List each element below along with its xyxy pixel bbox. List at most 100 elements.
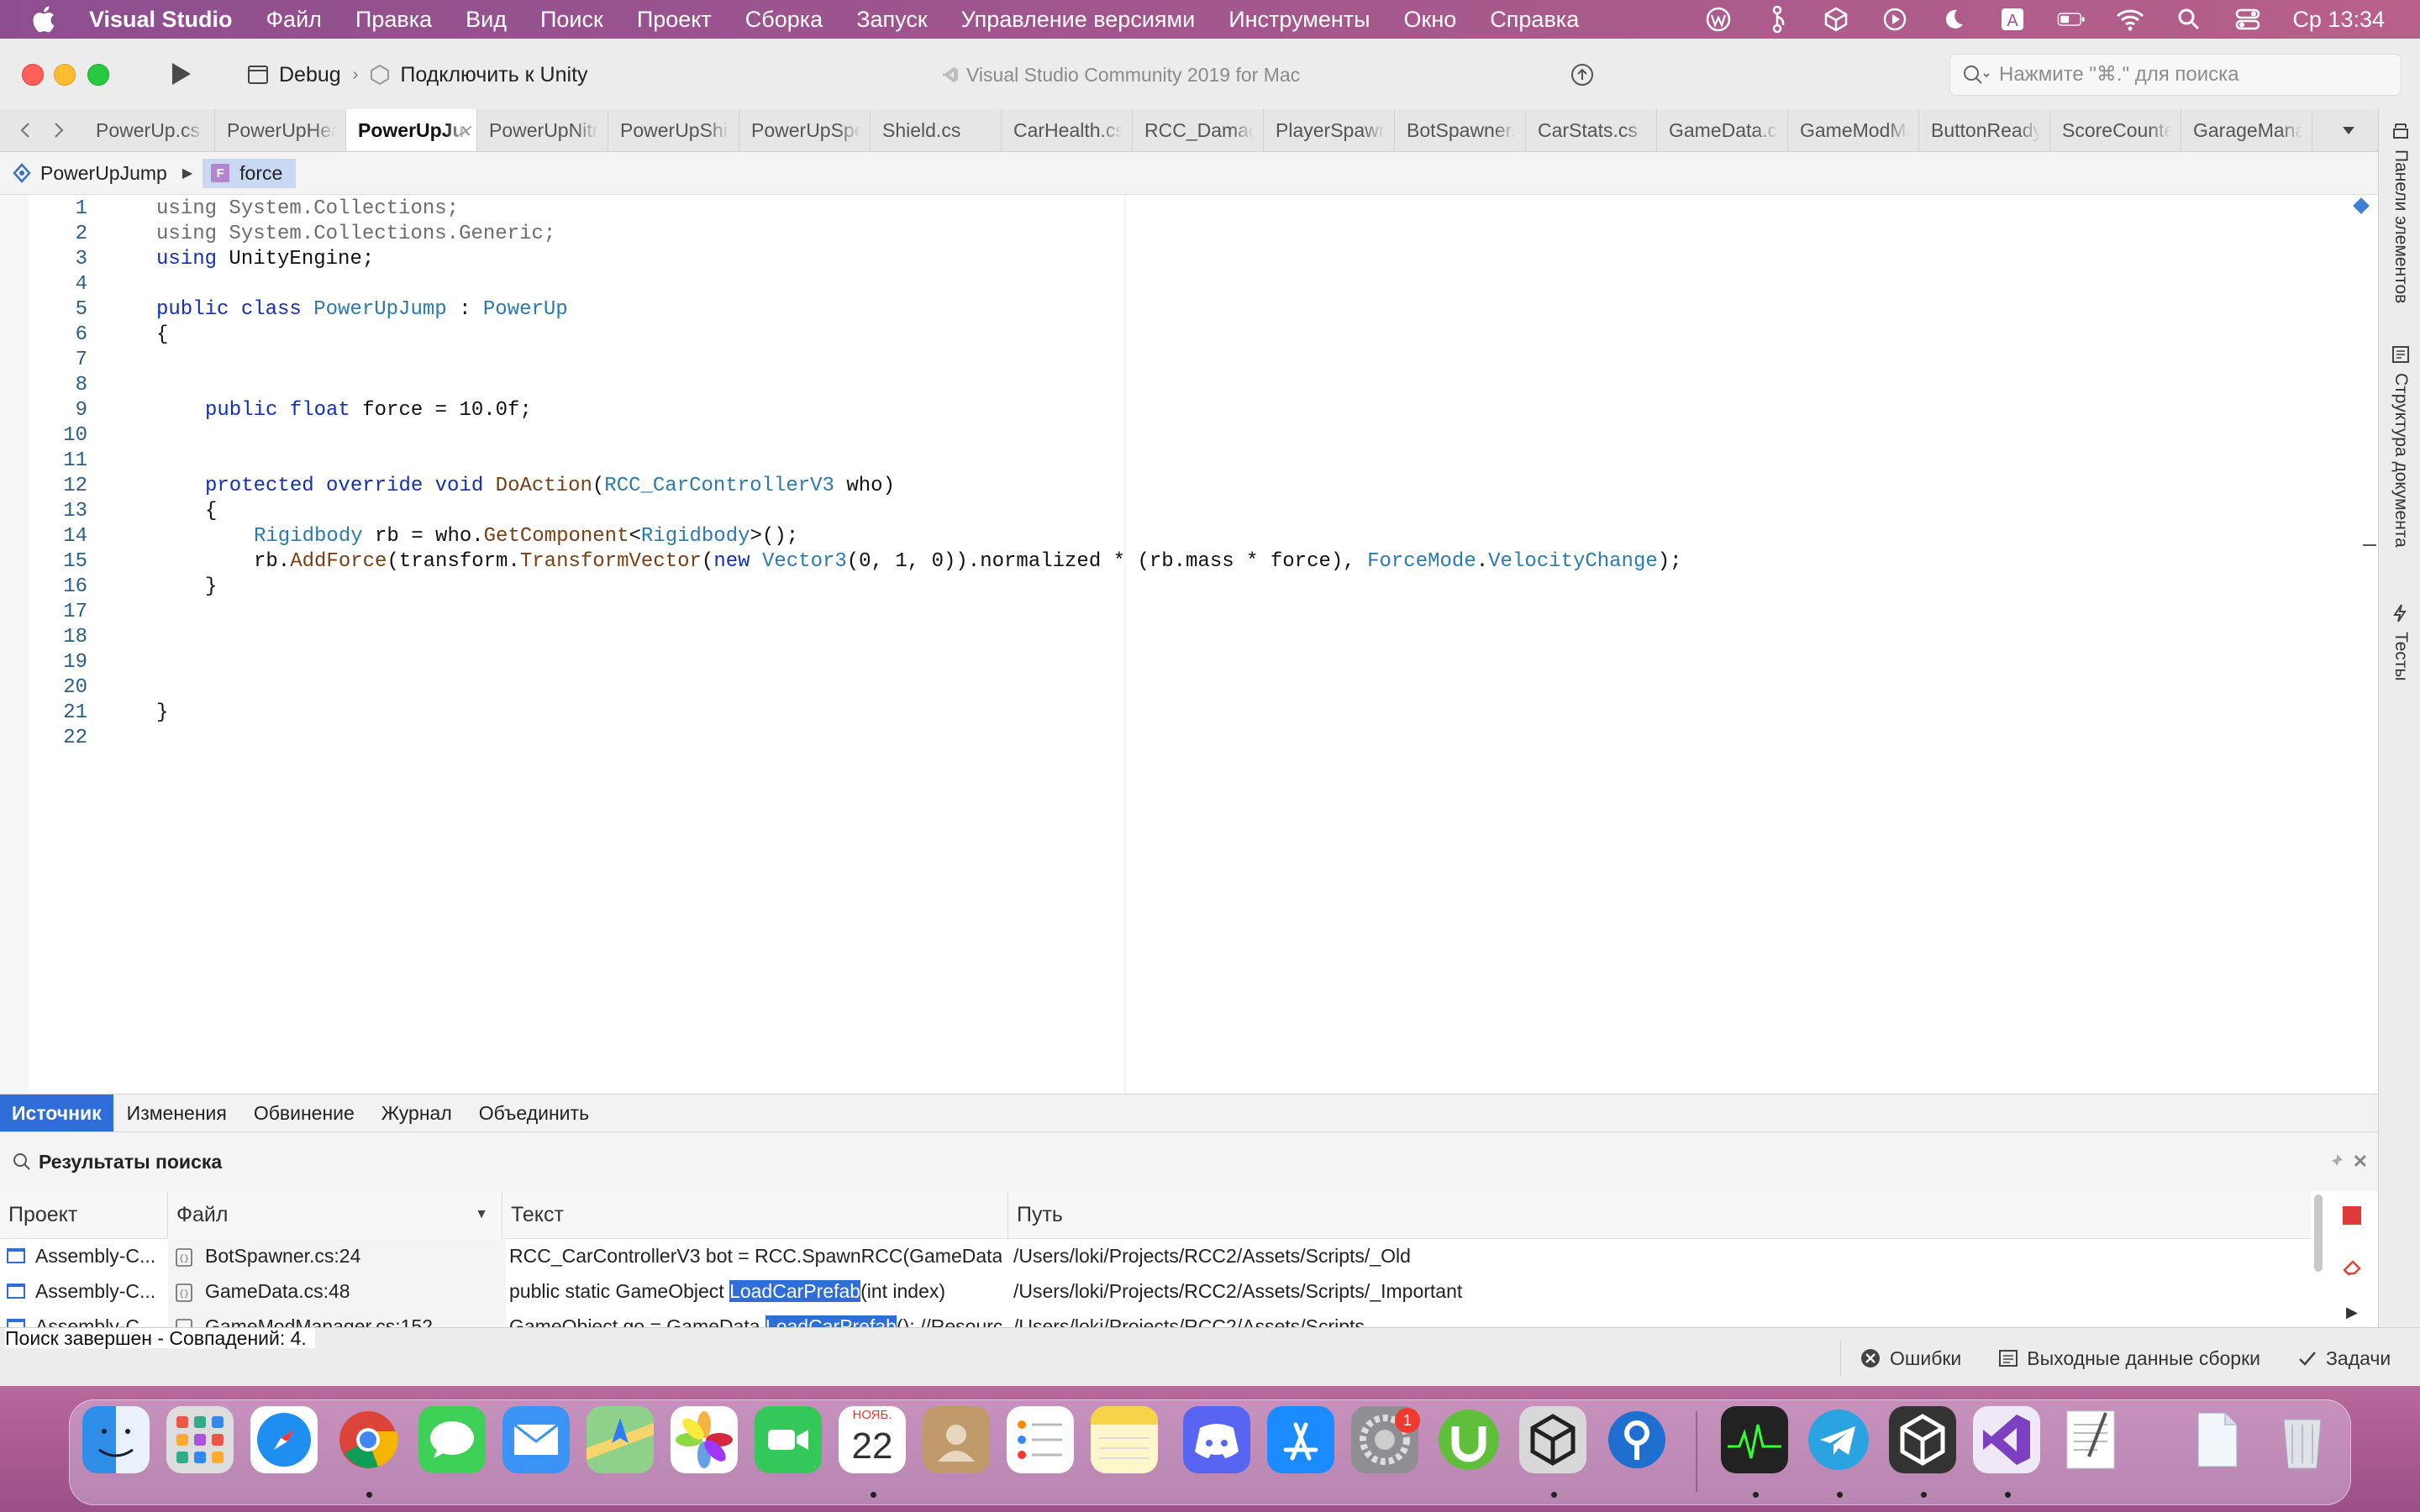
dock-files-icon[interactable]	[2183, 1406, 2250, 1473]
table-row[interactable]: Assembly-C... GameModManager.cs:152 Game…	[0, 1309, 2311, 1327]
run-configuration-selector[interactable]: Debug › Подключить к Unity	[247, 60, 588, 89]
window-zoom-button[interactable]	[87, 64, 109, 86]
document-tab[interactable]: Shield.cs	[871, 109, 1002, 151]
tab-source[interactable]: Источник	[0, 1095, 113, 1131]
dock-utorrent-icon[interactable]	[1435, 1406, 1502, 1473]
stop-search-button[interactable]	[2343, 1206, 2361, 1225]
run-button[interactable]	[165, 59, 195, 89]
close-icon[interactable]: ✕	[2353, 1151, 2368, 1173]
keyboard-layout-a-icon[interactable]: A	[1998, 5, 2027, 34]
menu-window[interactable]: Окно	[1404, 7, 1457, 33]
menu-view[interactable]: Вид	[466, 7, 507, 33]
menu-file[interactable]: Файл	[266, 7, 322, 33]
dock-safari-icon[interactable]	[250, 1406, 318, 1473]
dock-photos-icon[interactable]	[671, 1406, 738, 1473]
tab-changes[interactable]: Изменения	[113, 1095, 240, 1131]
document-outline-pad-tab[interactable]: Структура документа	[2384, 344, 2417, 548]
errors-pad-button[interactable]: Ошибки	[1841, 1347, 1980, 1370]
dock-notes-icon[interactable]	[1091, 1406, 1158, 1473]
column-file[interactable]: Файл ▼	[168, 1191, 502, 1238]
build-status-icon[interactable]	[1570, 62, 1595, 87]
build-output-pad-button[interactable]: Выходные данные сборки	[1980, 1347, 2279, 1370]
dock-reminders-icon[interactable]	[1007, 1406, 1074, 1473]
menu-run[interactable]: Запуск	[856, 7, 927, 33]
menu-version-control[interactable]: Управление версиями	[961, 7, 1196, 33]
battery-icon[interactable]	[2057, 5, 2086, 34]
document-tab[interactable]: ScoreCounter.cs	[2050, 109, 2181, 151]
document-tab[interactable]: PowerUpSpeed.cs	[739, 109, 871, 151]
document-tab[interactable]: GameModManager.cs	[1788, 109, 1919, 151]
dock-contacts-icon[interactable]	[923, 1406, 990, 1473]
document-tab[interactable]: GarageManager.cs	[2181, 109, 2312, 151]
dock-sourcetree-icon[interactable]	[1603, 1406, 1670, 1473]
dock-telegram-icon[interactable]	[1805, 1406, 1872, 1473]
tab-overflow-menu-icon[interactable]	[2336, 118, 2361, 143]
dock-facetime-icon[interactable]	[755, 1406, 822, 1473]
git-branch-icon[interactable]	[1763, 5, 1791, 34]
play-circle-icon[interactable]	[1881, 5, 1909, 34]
pin-icon[interactable]	[2329, 1152, 2344, 1168]
bookmark-marker-icon[interactable]	[2353, 197, 2370, 214]
dock-launchpad-icon[interactable]	[166, 1406, 234, 1473]
apple-menu-icon[interactable]	[30, 5, 55, 34]
dock-trash-icon[interactable]	[2269, 1406, 2336, 1473]
document-tab[interactable]: PlayerSpawner.cs	[1264, 109, 1395, 151]
global-search-box[interactable]	[1949, 54, 2402, 96]
menu-app-name[interactable]: Visual Studio	[89, 7, 233, 33]
document-tab[interactable]: ButtonReady.cs	[1919, 109, 2050, 151]
clear-results-icon[interactable]	[2341, 1257, 2363, 1278]
tab-merge[interactable]: Объединить	[466, 1095, 602, 1131]
tests-pad-tab[interactable]: Тесты	[2384, 603, 2417, 681]
document-tab[interactable]: PowerUpHealth.cs	[215, 109, 346, 151]
menu-tools[interactable]: Инструменты	[1228, 7, 1370, 33]
document-tab[interactable]: PowerUpShield.cs	[608, 109, 739, 151]
close-icon[interactable]: ✕	[457, 121, 471, 142]
menu-edit[interactable]: Правка	[355, 7, 432, 33]
tab-forward-icon[interactable]	[42, 113, 76, 147]
wordpress-icon[interactable]	[1704, 5, 1733, 34]
tab-log[interactable]: Журнал	[368, 1095, 466, 1131]
moon-icon[interactable]	[1939, 5, 1968, 34]
dock-calendar-icon[interactable]: НОЯБ. 22	[839, 1406, 906, 1473]
column-project[interactable]: Проект	[0, 1191, 168, 1238]
code-editor[interactable]: 1 using System.Collections; 2 using System…	[0, 195, 2378, 1094]
menu-bar-clock[interactable]: Ср 13:34	[2292, 7, 2385, 33]
breadcrumb-class[interactable]: PowerUpJump	[12, 162, 167, 185]
table-row[interactable]: Assembly-C... {} BotSpawner.cs:24 RCC_Car…	[0, 1238, 2311, 1273]
menu-project[interactable]: Проект	[637, 7, 712, 33]
toolbox-pad-tab[interactable]: Панели элементов	[2384, 121, 2417, 303]
document-tab[interactable]: BotSpawner.cs	[1395, 109, 1526, 151]
dock-discord-icon[interactable]	[1183, 1406, 1250, 1473]
unity-icon[interactable]	[1822, 5, 1850, 34]
document-tab[interactable]: CarHealth.cs	[1002, 109, 1133, 151]
dock-mail-icon[interactable]	[502, 1406, 570, 1473]
dock-unity-icon[interactable]	[1519, 1406, 1586, 1473]
search-icon[interactable]	[2175, 5, 2203, 34]
menu-help[interactable]: Справка	[1490, 7, 1579, 33]
dock-visual-studio-icon[interactable]	[1973, 1406, 2040, 1473]
column-path[interactable]: Путь	[1008, 1191, 2311, 1238]
tab-back-icon[interactable]	[8, 113, 42, 147]
document-tab[interactable]: PowerUpNitro.cs	[477, 109, 608, 151]
document-tab[interactable]: GameData.cs	[1657, 109, 1788, 151]
dock-unity-hub-icon[interactable]	[1889, 1406, 1956, 1473]
menu-build[interactable]: Сборка	[745, 7, 823, 33]
table-row[interactable]: Assembly-C... {} GameData.cs:48 public st…	[0, 1273, 2311, 1309]
dock-activity-monitor-icon[interactable]	[1721, 1406, 1788, 1473]
window-minimize-button[interactable]	[54, 64, 76, 86]
results-scrollbar-thumb[interactable]	[2314, 1194, 2323, 1272]
document-tab[interactable]: PowerUp.cs	[84, 109, 215, 151]
dock-maps-icon[interactable]	[587, 1406, 654, 1473]
next-result-icon[interactable]: ▶	[2346, 1304, 2358, 1321]
dock-textedit-icon[interactable]	[2057, 1406, 2124, 1473]
dock-app-store-icon[interactable]	[1267, 1406, 1334, 1473]
document-tab[interactable]: RCC_Damage.cs	[1133, 109, 1264, 151]
document-tab[interactable]: CarStats.cs	[1526, 109, 1657, 151]
tab-blame[interactable]: Обвинение	[240, 1095, 368, 1131]
menu-search[interactable]: Поиск	[540, 7, 603, 33]
dock-messages-icon[interactable]	[418, 1406, 486, 1473]
global-search-input[interactable]	[1997, 62, 2370, 87]
wifi-icon[interactable]	[2116, 5, 2144, 34]
dock-finder-icon[interactable]	[82, 1406, 150, 1473]
breadcrumb-member[interactable]: F force	[203, 158, 297, 188]
